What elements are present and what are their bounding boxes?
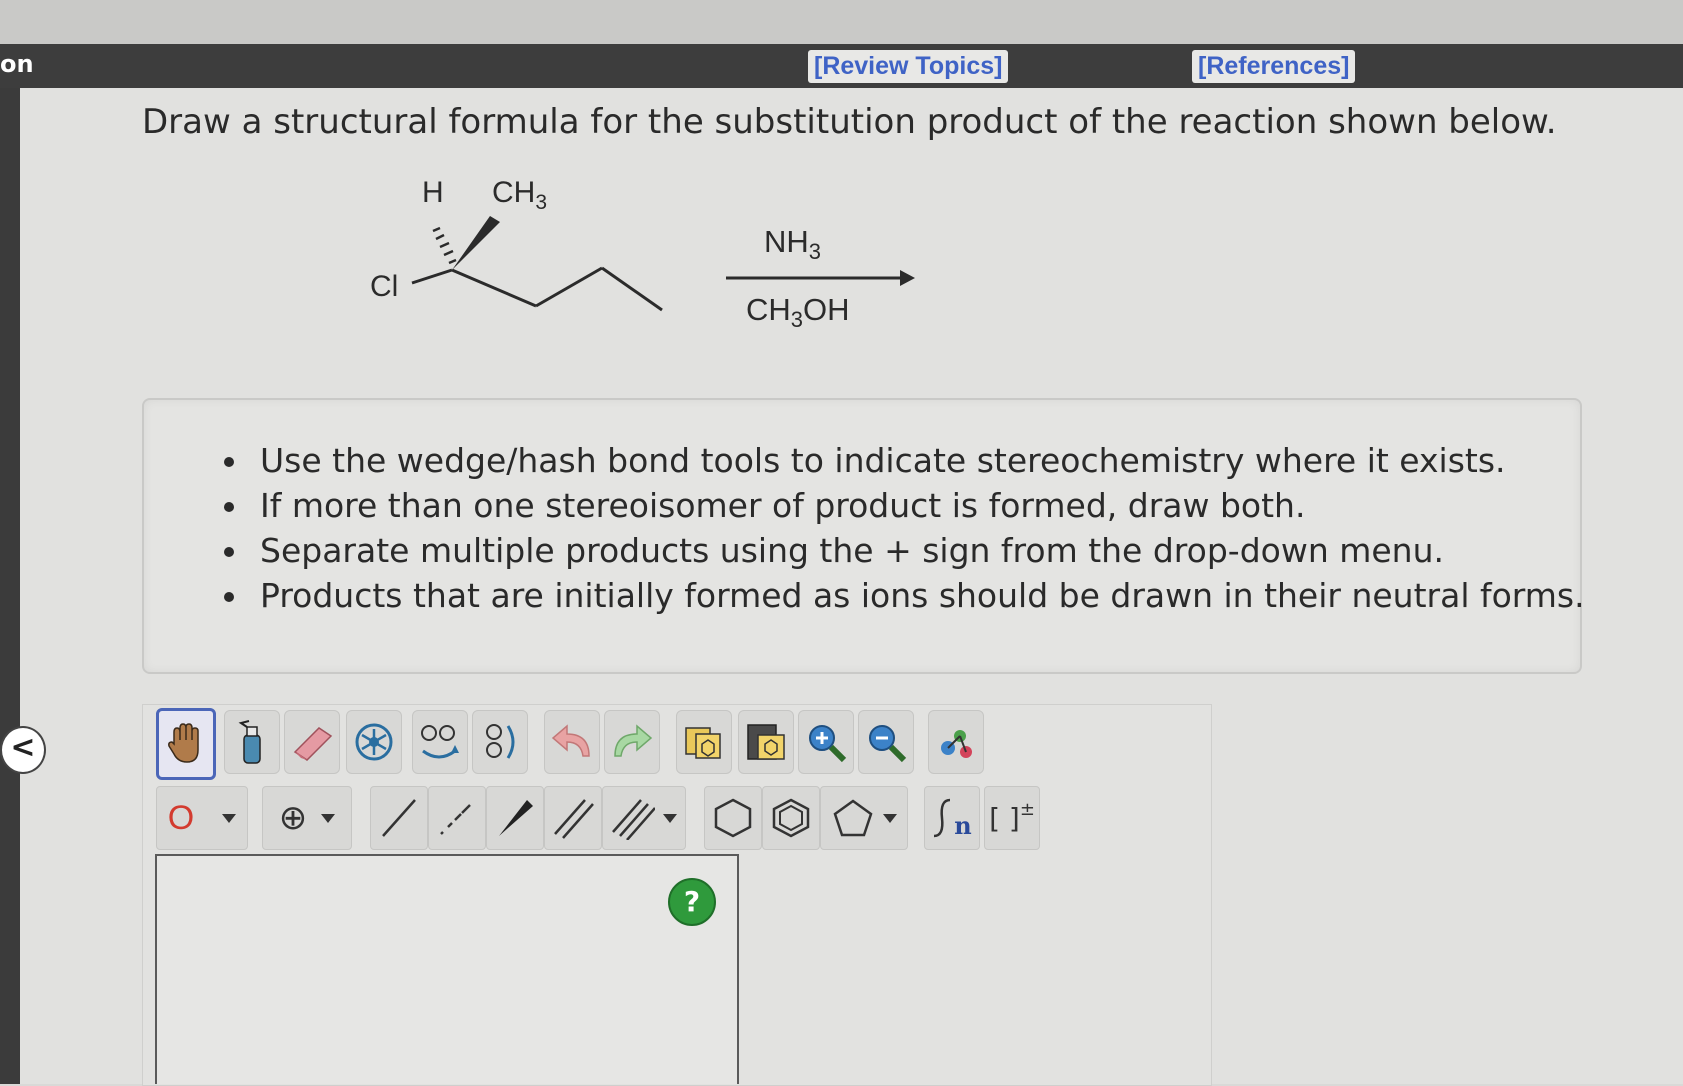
zoom-out-button[interactable] (858, 710, 914, 774)
reagent-nh3: NH3 (764, 224, 821, 264)
benzene-button[interactable] (762, 786, 820, 850)
redo-button[interactable] (604, 710, 660, 774)
double-bond-button[interactable] (544, 786, 602, 850)
bracket-label: [ ] (989, 801, 1020, 835)
wedge-bond-icon (499, 800, 533, 836)
single-bond-button[interactable] (370, 786, 428, 850)
pentagon-icon (833, 799, 873, 837)
bond-cl-c (411, 268, 453, 285)
hexagon-icon (714, 798, 752, 838)
drawing-canvas[interactable] (155, 854, 739, 1084)
double-bond-icon (554, 799, 594, 839)
paste-icon (747, 724, 785, 760)
triple-bond-dropdown[interactable] (602, 786, 686, 850)
chevron-down-icon (663, 813, 677, 823)
bond-c2-c3 (535, 266, 603, 308)
zoom-out-icon (869, 725, 907, 763)
browser-top-strip (0, 0, 1683, 44)
hand-icon (168, 723, 199, 763)
hash-bond-icon (440, 804, 471, 835)
atom-selector-dropdown[interactable]: O (156, 786, 248, 850)
charge-plus-icon: ⊕ (278, 798, 308, 838)
triple-bond-icon (612, 799, 655, 840)
copy-icon (685, 727, 721, 759)
undo-button[interactable] (544, 710, 600, 774)
eraser-tool-button[interactable] (284, 710, 340, 774)
redo-arrow-icon (614, 724, 653, 757)
solvent-ch3oh: CH3OH (746, 292, 850, 332)
question-prompt: Draw a structural formula for the substi… (142, 102, 1557, 142)
sgroup-label: n (954, 810, 972, 840)
cyclohexane-button[interactable] (704, 786, 762, 850)
wedge-bond (452, 216, 500, 270)
atom-selector-value: O (167, 798, 195, 837)
hash-bond (432, 226, 457, 265)
sgroup-button[interactable]: n (924, 786, 980, 850)
hash-bond-button[interactable] (428, 786, 486, 850)
header-left-fragment: on (0, 50, 34, 78)
spray-bottle-icon (238, 720, 261, 764)
copy-button[interactable] (676, 710, 732, 774)
rotate-molecule-icon (421, 725, 459, 759)
collapse-panel-button[interactable]: < (0, 726, 46, 774)
plus-minus-label: ± (1019, 798, 1035, 820)
zoom-in-button[interactable] (798, 710, 854, 774)
ring-template-icon (355, 723, 393, 761)
atom-cl: Cl (370, 270, 398, 303)
templates-button[interactable] (928, 710, 984, 774)
reaction-scheme: H CH3 Cl NH3 CH3OH (370, 176, 915, 332)
sgroup-bracket-icon (934, 798, 951, 838)
bond-c-c2 (451, 268, 537, 308)
eraser-icon (293, 727, 333, 761)
clean-tool-button[interactable] (224, 710, 280, 774)
benzene-icon (772, 798, 810, 838)
hand-tool-button[interactable] (156, 708, 216, 780)
single-bond-icon (382, 799, 416, 837)
reaction-arrow-head (900, 270, 915, 286)
zoom-in-icon (809, 725, 847, 763)
instruction-item: Separate multiple products using the + s… (224, 528, 1585, 573)
undo-arrow-icon (551, 724, 590, 757)
paste-button[interactable] (738, 710, 794, 774)
rings-tool-button[interactable] (346, 710, 402, 774)
charge-selector-dropdown[interactable]: ⊕ (262, 786, 352, 850)
rotate-tool-button[interactable] (412, 710, 468, 774)
wedge-bond-button[interactable] (486, 786, 544, 850)
flip-molecule-icon (486, 724, 515, 759)
instructions-list: Use the wedge/hash bond tools to indicat… (224, 438, 1585, 618)
molecule-templates-icon (941, 730, 972, 758)
chevron-down-icon (222, 813, 237, 823)
instruction-item: If more than one stereoisomer of product… (224, 483, 1585, 528)
help-button[interactable]: ? (668, 878, 716, 926)
bond-c3-c4 (601, 266, 663, 312)
atom-h: H (422, 176, 444, 209)
flip-tool-button[interactable] (472, 710, 528, 774)
left-rail (0, 88, 20, 1084)
references-link[interactable]: [References] (1192, 50, 1356, 83)
chevron-down-icon (883, 813, 897, 823)
cyclopentane-dropdown[interactable] (820, 786, 908, 850)
assignment-header: on [Review Topics] [References] (0, 44, 1683, 88)
instruction-item: Use the wedge/hash bond tools to indicat… (224, 438, 1585, 483)
chevron-down-icon (321, 813, 336, 823)
instructions-box: Use the wedge/hash bond tools to indicat… (142, 398, 1585, 674)
atom-ch3: CH3 (492, 176, 547, 214)
instruction-item: Products that are initially formed as io… (224, 573, 1585, 618)
review-topics-link[interactable]: [Review Topics] (808, 50, 1009, 83)
bracket-charge-button[interactable]: [ ] ± (984, 786, 1040, 850)
